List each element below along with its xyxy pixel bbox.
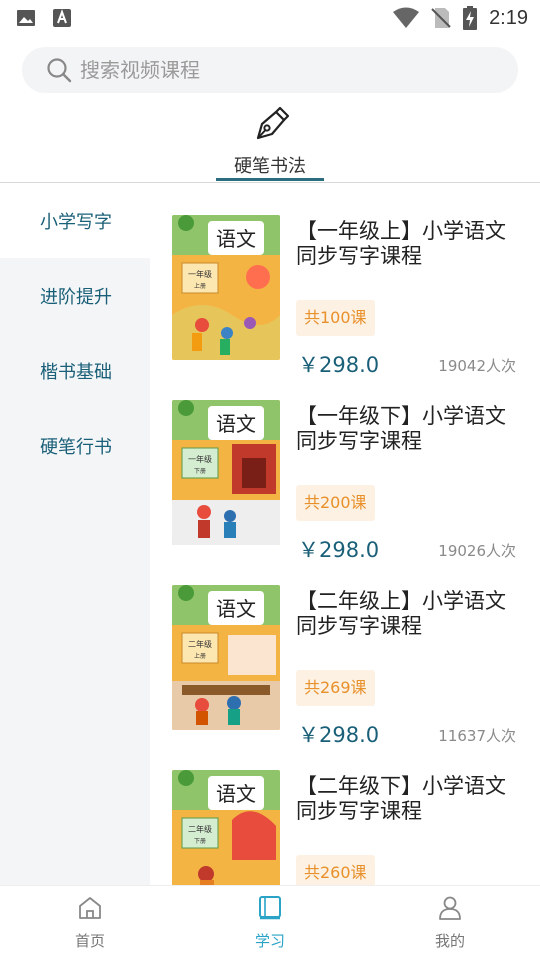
cover-grade: 一年级 [188, 269, 212, 279]
course-card[interactable]: 语文 二年级 上册 【二年级上】小学语文同步写字课程 共269课 ￥298.0 … [172, 585, 522, 747]
sidebar-item-regular-script[interactable]: 楷书基础 [0, 333, 150, 408]
sidebar-item-advanced[interactable]: 进阶提升 [0, 258, 150, 333]
font-icon [53, 9, 71, 27]
image-icon [17, 10, 35, 26]
nav-label: 学习 [254, 932, 285, 950]
student-count: 19026人次 [438, 542, 516, 560]
course-card[interactable]: 语文 一年级 上册 【一年级上】小学语文同步写字课程 共100课 ￥298.0 … [172, 215, 522, 377]
sidebar-item-label: 楷书基础 [40, 361, 112, 383]
lesson-count-badge: 共200课 [296, 485, 375, 521]
course-price: ￥298.0 [298, 723, 380, 747]
wifi-icon [393, 7, 420, 28]
search-bar[interactable] [22, 47, 518, 93]
sidebar-item-primary-writing[interactable]: 小学写字 [0, 183, 150, 258]
battery-charging-icon [463, 6, 478, 30]
sidebar: 小学写字 进阶提升 楷书基础 硬笔行书 [0, 183, 150, 885]
student-count: 11637人次 [438, 727, 516, 745]
home-icon [79, 897, 101, 919]
tab-label: 硬笔书法 [234, 156, 306, 177]
lesson-count-badge: 共100课 [296, 300, 375, 336]
cover-volume: 下册 [194, 838, 206, 845]
profile-icon [439, 896, 461, 920]
nav-label: 首页 [74, 932, 105, 950]
course-cover-image: 语文 一年级 上册 [172, 215, 280, 360]
cover-volume: 下册 [194, 468, 206, 475]
course-card[interactable]: 语文 一年级 下册 【一年级下】小学语文同步写字课程 共200课 ￥298.0 … [172, 400, 522, 562]
course-title: 【一年级上】小学语文同步写字课程 [296, 219, 506, 268]
pen-icon [256, 106, 290, 140]
cover-volume: 上册 [194, 282, 206, 290]
sidebar-item-label: 进阶提升 [40, 286, 112, 308]
student-count: 19042人次 [438, 357, 516, 375]
course-title: 【二年级下】小学语文同步写字课程 [296, 774, 506, 823]
cover-book-title: 语文 [216, 412, 256, 436]
course-title: 【二年级上】小学语文同步写字课程 [296, 589, 506, 638]
status-time: 2:19 [489, 6, 528, 29]
course-title: 【一年级下】小学语文同步写字课程 [296, 404, 506, 453]
course-card[interactable]: 语文 二年级 下册 【二年级下】小学语文同步写字课程 共260课 [172, 770, 522, 885]
search-icon [47, 58, 72, 83]
course-price: ￥298.0 [298, 353, 380, 377]
cover-book-title: 语文 [216, 227, 256, 251]
nav-profile[interactable]: 我的 [390, 894, 510, 956]
course-price: ￥298.0 [298, 538, 380, 562]
book-icon [259, 896, 281, 920]
tab-hard-pen-calligraphy[interactable]: 硬笔书法 [210, 100, 330, 184]
tab-indicator [216, 178, 324, 181]
course-cover-image: 语文 二年级 上册 [172, 585, 280, 730]
nav-study[interactable]: 学习 [210, 894, 330, 956]
course-cover-image: 语文 二年级 下册 [172, 770, 280, 885]
cover-book-title: 语文 [216, 597, 256, 621]
cover-book-title: 语文 [216, 782, 256, 806]
course-cover-image: 语文 一年级 下册 [172, 400, 280, 545]
cover-volume: 上册 [194, 652, 206, 660]
cover-grade: 一年级 [188, 454, 212, 464]
sidebar-item-label: 小学写字 [40, 211, 112, 233]
nav-label: 我的 [434, 932, 465, 950]
cover-grade: 二年级 [188, 639, 212, 649]
lesson-count-badge: 共269课 [296, 670, 375, 706]
cover-grade: 二年级 [188, 824, 212, 834]
status-bar: 2:19 [0, 0, 540, 36]
nav-home[interactable]: 首页 [30, 894, 150, 956]
sidebar-item-label: 硬笔行书 [40, 436, 112, 458]
search-input[interactable] [80, 58, 480, 82]
sidebar-item-running-script[interactable]: 硬笔行书 [0, 408, 150, 483]
no-sim-icon [431, 8, 451, 28]
bottom-nav: 首页 学习 我的 [0, 885, 540, 960]
lesson-count-badge: 共260课 [296, 855, 375, 885]
